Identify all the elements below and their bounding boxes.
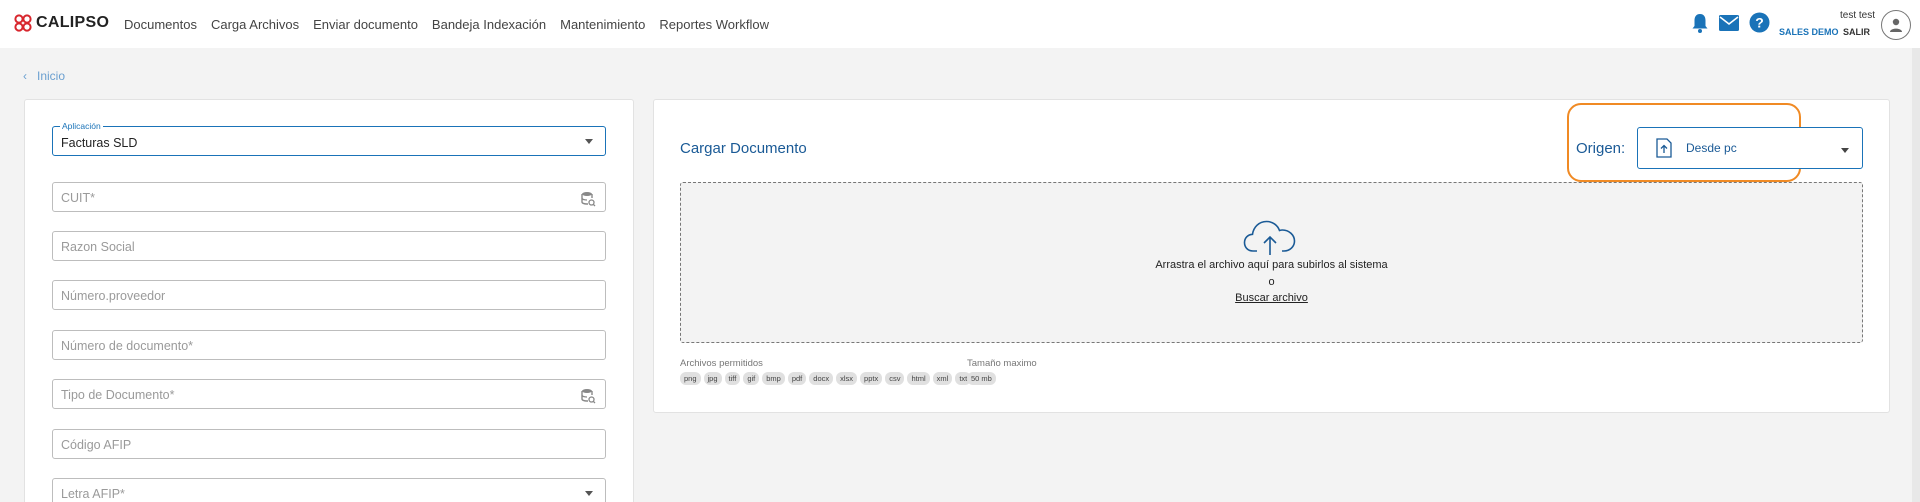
razon-social-field[interactable]: Razon Social bbox=[52, 231, 606, 261]
tipo-documento-placeholder: Tipo de Documento* bbox=[61, 388, 175, 402]
breadcrumb-home[interactable]: Inicio bbox=[37, 69, 65, 83]
origin-select[interactable]: Desde pc bbox=[1637, 127, 1863, 169]
letra-afip-select[interactable]: Letra AFIP* bbox=[52, 478, 606, 502]
user-avatar[interactable] bbox=[1881, 10, 1911, 40]
file-type-chip: pptx bbox=[860, 372, 883, 385]
nav-item-bandeja-indexacion[interactable]: Bandeja Indexación bbox=[432, 17, 546, 32]
top-header: CALIPSO Documentos Carga Archivos Enviar… bbox=[0, 0, 1920, 48]
numero-proveedor-placeholder: Número.proveedor bbox=[61, 289, 166, 303]
brand-name: CALIPSO bbox=[36, 14, 110, 31]
database-search-icon[interactable] bbox=[580, 388, 596, 409]
codigo-afip-placeholder: Código AFIP bbox=[61, 438, 132, 452]
origin-label: Origen: bbox=[1576, 140, 1626, 157]
max-size: 50 mb bbox=[967, 372, 999, 385]
bell-icon[interactable] bbox=[1690, 12, 1710, 39]
dropzone-instructions: Arrastra el archivo aquí para subirlos a… bbox=[1155, 259, 1388, 271]
breadcrumb[interactable]: ‹ Inicio bbox=[23, 69, 65, 83]
nav-item-enviar-documento[interactable]: Enviar documento bbox=[313, 17, 418, 32]
dropzone-or: o bbox=[1268, 276, 1275, 288]
numero-documento-field[interactable]: Número de documento* bbox=[52, 330, 606, 360]
application-label: Aplicación bbox=[60, 121, 103, 131]
max-size-label: Tamaño maximo bbox=[967, 358, 1037, 369]
file-type-chip: gif bbox=[743, 372, 760, 385]
chevron-down-icon bbox=[585, 139, 593, 144]
file-type-chip: tiff bbox=[724, 372, 741, 385]
cuit-placeholder: CUIT* bbox=[61, 191, 96, 205]
nav-item-mantenimiento[interactable]: Mantenimiento bbox=[560, 17, 645, 32]
help-icon[interactable]: ? bbox=[1749, 12, 1770, 38]
brand-logo[interactable]: CALIPSO bbox=[14, 14, 109, 32]
database-search-icon[interactable] bbox=[580, 191, 596, 212]
file-type-chip: html bbox=[907, 372, 930, 385]
tipo-documento-field[interactable]: Tipo de Documento* bbox=[52, 379, 606, 409]
user-name: test test bbox=[1839, 10, 1875, 21]
nav-item-reportes-workflow[interactable]: Reportes Workflow bbox=[659, 17, 769, 32]
application-value: Facturas SLD bbox=[61, 136, 138, 150]
letra-afip-placeholder: Letra AFIP* bbox=[61, 487, 125, 501]
cuit-field[interactable]: CUIT* bbox=[52, 182, 606, 212]
page-scrollbar[interactable] bbox=[1912, 48, 1920, 502]
chevron-down-icon bbox=[585, 491, 593, 496]
max-size-chip: 50 mb bbox=[967, 372, 996, 385]
mail-icon[interactable] bbox=[1718, 14, 1740, 37]
file-type-chip: xml bbox=[932, 372, 953, 385]
origin-value: Desde pc bbox=[1686, 141, 1737, 155]
calipso-logo-icon bbox=[14, 14, 32, 32]
company-name[interactable]: SALES DEMO bbox=[1779, 27, 1839, 37]
chevron-left-icon: ‹ bbox=[23, 69, 27, 83]
codigo-afip-field[interactable]: Código AFIP bbox=[52, 429, 606, 459]
numero-documento-placeholder: Número de documento* bbox=[61, 339, 194, 353]
razon-social-placeholder: Razon Social bbox=[61, 240, 135, 254]
file-type-chip: docx bbox=[809, 372, 834, 385]
file-dropzone[interactable]: Arrastra el archivo aquí para subirlos a… bbox=[680, 182, 1863, 343]
file-type-chip: png bbox=[680, 372, 701, 385]
upload-panel: Cargar Documento Origen: Desde pc Arrast… bbox=[653, 99, 1890, 413]
document-form-panel: Aplicación Facturas SLD CUIT* Razon Soci… bbox=[24, 99, 634, 502]
file-type-chip: bmp bbox=[762, 372, 785, 385]
file-type-chip: csv bbox=[885, 372, 905, 385]
nav-item-carga-archivos[interactable]: Carga Archivos bbox=[211, 17, 299, 32]
chevron-down-icon bbox=[1841, 148, 1849, 153]
file-upload-icon bbox=[1656, 138, 1672, 163]
allowed-file-types: png jpg tiff gif bmp pdf docx xlsx pptx … bbox=[680, 372, 974, 385]
file-type-chip: pdf bbox=[787, 372, 807, 385]
svg-text:?: ? bbox=[1755, 15, 1764, 31]
upload-title: Cargar Documento bbox=[680, 140, 807, 157]
application-select[interactable]: Aplicación Facturas SLD bbox=[52, 121, 606, 156]
allowed-files-label: Archivos permitidos bbox=[680, 358, 763, 369]
file-type-chip: xlsx bbox=[836, 372, 858, 385]
browse-file-link[interactable]: Buscar archivo bbox=[1235, 292, 1308, 304]
main-nav: Documentos Carga Archivos Enviar documen… bbox=[124, 17, 783, 32]
nav-item-documentos[interactable]: Documentos bbox=[124, 17, 197, 32]
file-type-chip: jpg bbox=[703, 372, 722, 385]
numero-proveedor-field[interactable]: Número.proveedor bbox=[52, 280, 606, 310]
logout-link[interactable]: SALIR bbox=[1843, 27, 1870, 37]
cloud-upload-icon bbox=[1243, 218, 1297, 261]
user-icon bbox=[1890, 18, 1902, 32]
